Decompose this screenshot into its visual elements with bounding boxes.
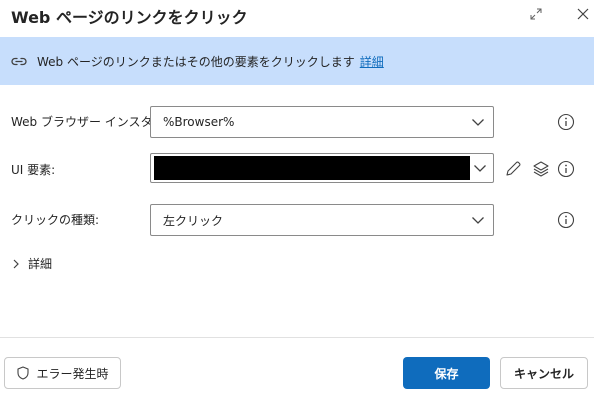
info-banner: Web ページのリンクまたはその他の要素をクリックします 詳細 — [0, 37, 594, 85]
chevron-down-icon — [472, 217, 484, 224]
on-error-label: エラー発生時 — [36, 366, 109, 381]
redacted-value — [154, 156, 470, 180]
details-label: 詳細 — [28, 257, 53, 271]
ui-element-select[interactable] — [150, 153, 494, 183]
info-icon[interactable] — [556, 159, 576, 179]
click-type-select[interactable]: 左クリック — [150, 204, 494, 236]
pencil-icon[interactable] — [503, 159, 523, 179]
shield-icon — [16, 366, 30, 380]
ui-element-label: UI 要素: — [11, 163, 56, 177]
on-error-button[interactable]: エラー発生時 — [4, 357, 121, 389]
chevron-right-icon — [13, 259, 19, 268]
click-type-value: 左クリック — [163, 213, 224, 228]
dialog-title: Web ページのリンクをクリック — [11, 8, 248, 27]
click-type-label: クリックの種類: — [11, 213, 100, 227]
banner-text: Web ページのリンクまたはその他の要素をクリックします — [37, 54, 355, 69]
browser-instance-value: %Browser% — [163, 115, 235, 129]
chevron-down-icon — [474, 165, 486, 172]
close-icon[interactable] — [572, 3, 594, 25]
chevron-down-icon — [472, 119, 484, 126]
save-button[interactable]: 保存 — [403, 357, 490, 389]
banner-details-link[interactable]: 詳細 — [360, 53, 384, 70]
link-icon — [9, 51, 29, 71]
info-icon[interactable] — [556, 210, 576, 230]
details-expander[interactable]: 詳細 — [12, 255, 52, 272]
footer-divider — [0, 337, 594, 338]
layers-icon[interactable] — [531, 159, 551, 179]
info-icon[interactable] — [556, 112, 576, 132]
cancel-button[interactable]: キャンセル — [500, 357, 588, 389]
browser-instance-select[interactable]: %Browser% — [150, 106, 494, 138]
expand-icon[interactable] — [525, 3, 547, 25]
